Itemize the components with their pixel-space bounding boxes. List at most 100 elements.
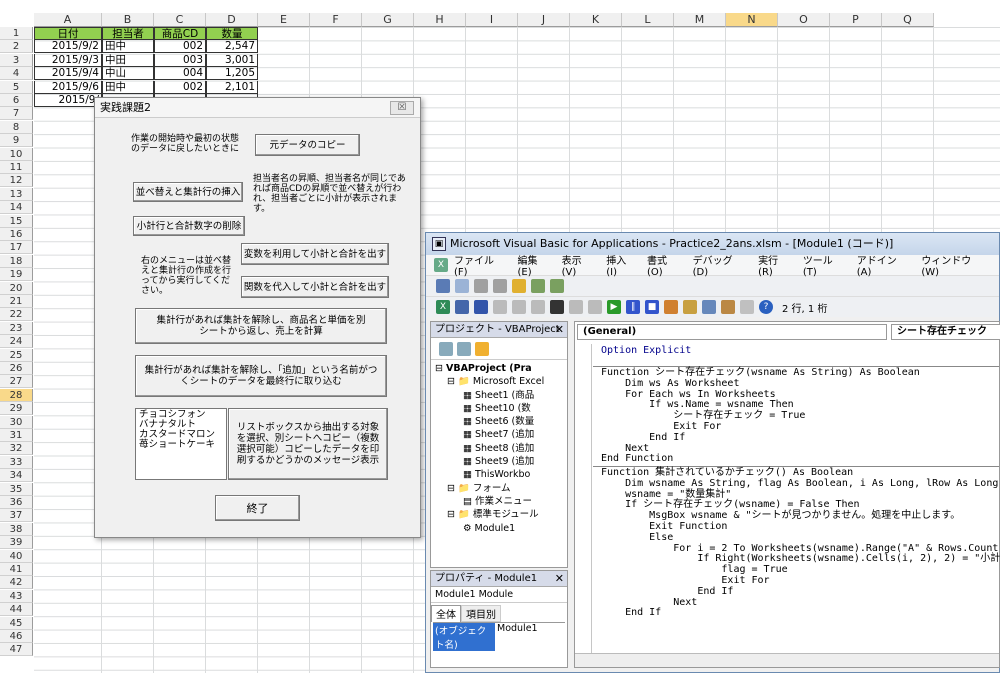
row-header[interactable]: 30 [0, 415, 33, 429]
cell[interactable]: 日付 [34, 27, 102, 40]
cell[interactable]: 田中 [102, 40, 154, 54]
row-header[interactable]: 36 [0, 496, 33, 509]
row-header[interactable]: 32 [0, 442, 33, 456]
code-function-sheet-check[interactable]: Function シート存在チェック(wsname As String) As … [601, 367, 920, 465]
variable-subtotal-button[interactable]: 変数を利用して小計と合計を出す [241, 243, 389, 265]
list-item[interactable]: 苺ショートケーキ [139, 440, 223, 450]
row-header[interactable]: 42 [0, 576, 33, 590]
cell[interactable]: 2015/9/2 [34, 40, 102, 54]
column-header[interactable]: L [622, 13, 674, 27]
row-header[interactable]: 44 [0, 603, 33, 617]
project-explorer-icon[interactable] [683, 300, 697, 314]
toggle-folders-icon[interactable] [475, 341, 489, 356]
property-value[interactable]: Module1 [495, 623, 538, 651]
row-header[interactable]: 14 [0, 201, 33, 215]
tree-node[interactable]: ⚙ Module1 [435, 522, 563, 535]
comment-icon[interactable] [531, 279, 545, 293]
column-header[interactable]: O [778, 13, 830, 27]
copy-data-button[interactable]: 元データのコピー [255, 134, 360, 156]
row-header[interactable]: 35 [0, 482, 33, 496]
row-header[interactable]: 17 [0, 241, 33, 255]
row-header[interactable]: 38 [0, 522, 33, 536]
cell[interactable]: 004 [154, 67, 206, 81]
cell[interactable]: 002 [154, 80, 206, 94]
column-header[interactable]: N [726, 13, 778, 27]
row-header[interactable]: 6 [0, 94, 33, 107]
cell[interactable]: 田中 [102, 80, 154, 94]
undo-icon[interactable] [569, 300, 583, 314]
row-header[interactable]: 34 [0, 469, 33, 483]
row-header[interactable]: 4 [0, 67, 33, 81]
row-header[interactable]: 7 [0, 107, 33, 121]
cell[interactable]: 中田 [102, 53, 154, 67]
toolbox-icon[interactable] [740, 300, 754, 314]
import-added-button[interactable]: 集計行があれば集計を解除し、「追加」という名前がつくシートのデータを最終行に取り… [135, 355, 387, 397]
cell[interactable]: 数量 [206, 27, 258, 40]
horizontal-scrollbar[interactable] [575, 653, 999, 667]
breakpoint-icon[interactable] [512, 279, 526, 293]
row-header[interactable]: 29 [0, 402, 33, 416]
column-header[interactable]: Q [882, 13, 934, 27]
row-header[interactable]: 43 [0, 589, 33, 603]
tab-categorized[interactable]: 項目別 [461, 605, 501, 622]
cell[interactable]: 商品CD [154, 27, 206, 40]
row-header[interactable]: 10 [0, 147, 33, 161]
find-icon[interactable] [550, 300, 564, 314]
menu-edit[interactable]: 編集(E) [518, 252, 552, 278]
tree-node[interactable]: ▦ Sheet8 (追加 [435, 442, 563, 455]
outdent-icon[interactable] [493, 279, 507, 293]
row-header[interactable]: 16 [0, 228, 33, 241]
procedure-combo[interactable]: シート存在チェック [891, 324, 1000, 340]
function-subtotal-button[interactable]: 関数を代入して小計と合計を出す [241, 276, 389, 298]
menu-debug[interactable]: デバッグ(D) [693, 252, 748, 278]
cell[interactable]: 003 [154, 53, 206, 67]
tree-node[interactable]: ▦ ThisWorkbo [435, 468, 563, 481]
row-header[interactable]: 45 [0, 616, 33, 630]
cell[interactable]: 1,205 [206, 67, 258, 81]
column-header[interactable]: F [310, 13, 362, 27]
row-header[interactable]: 15 [0, 214, 33, 228]
indent-icon[interactable] [474, 279, 488, 293]
redo-icon[interactable] [588, 300, 602, 314]
column-header[interactable]: P [830, 13, 882, 27]
row-header[interactable]: 2 [0, 40, 33, 54]
row-header[interactable]: 40 [0, 549, 33, 563]
column-header[interactable]: D [206, 13, 258, 27]
row-header[interactable]: 5 [0, 80, 33, 94]
column-header[interactable]: C [154, 13, 206, 27]
row-header[interactable]: 19 [0, 268, 33, 282]
cell[interactable]: 2,101 [206, 80, 258, 94]
properties-icon[interactable] [702, 300, 716, 314]
row-header[interactable]: 18 [0, 254, 33, 268]
tab-alphabetic[interactable]: 全体 [431, 605, 461, 622]
insert-userform-icon[interactable] [455, 300, 469, 314]
tree-node[interactable]: ⊟ VBAProject (Pra [435, 362, 563, 375]
row-header[interactable]: 25 [0, 348, 33, 362]
row-header[interactable]: 26 [0, 362, 33, 375]
tree-node[interactable]: ⊟ 📁 標準モジュール [435, 508, 563, 521]
row-header[interactable]: 12 [0, 174, 33, 188]
column-header[interactable]: J [518, 13, 570, 27]
row-header[interactable]: 24 [0, 335, 33, 349]
form-close-button[interactable]: ☒ [390, 101, 414, 115]
row-header[interactable]: 41 [0, 563, 33, 576]
menu-tools[interactable]: ツール(T) [803, 252, 847, 278]
row-header[interactable]: 46 [0, 630, 33, 643]
view-object-icon[interactable] [457, 341, 471, 356]
column-header[interactable]: B [102, 13, 154, 27]
tree-node[interactable]: ▦ Sheet6 (数量 [435, 415, 563, 428]
row-header[interactable]: 13 [0, 187, 33, 201]
delete-subtotal-button[interactable]: 小計行と合計数字の削除 [133, 216, 245, 236]
reset-icon[interactable]: ■ [645, 300, 659, 314]
code-option-explicit[interactable]: Option Explicit [601, 345, 691, 357]
column-header[interactable]: A [34, 13, 102, 27]
tree-node[interactable]: ▦ Sheet10 (数 [435, 402, 563, 415]
tree-node[interactable]: ⊟ 📁 フォーム [435, 482, 563, 495]
cake-listbox[interactable]: チョコシフォン バナナタルト カスタードマロン 苺ショートケーキ [135, 408, 227, 480]
cell[interactable]: 2015/9/ [34, 94, 102, 107]
row-header[interactable]: 8 [0, 120, 33, 134]
extract-copy-button[interactable]: リストボックスから抽出する対象を選択、別シートへコピー（複数選択可能）コピーした… [228, 408, 388, 480]
save-icon[interactable] [474, 300, 488, 314]
menu-view[interactable]: 表示(V) [562, 252, 597, 278]
row-header[interactable]: 21 [0, 295, 33, 308]
